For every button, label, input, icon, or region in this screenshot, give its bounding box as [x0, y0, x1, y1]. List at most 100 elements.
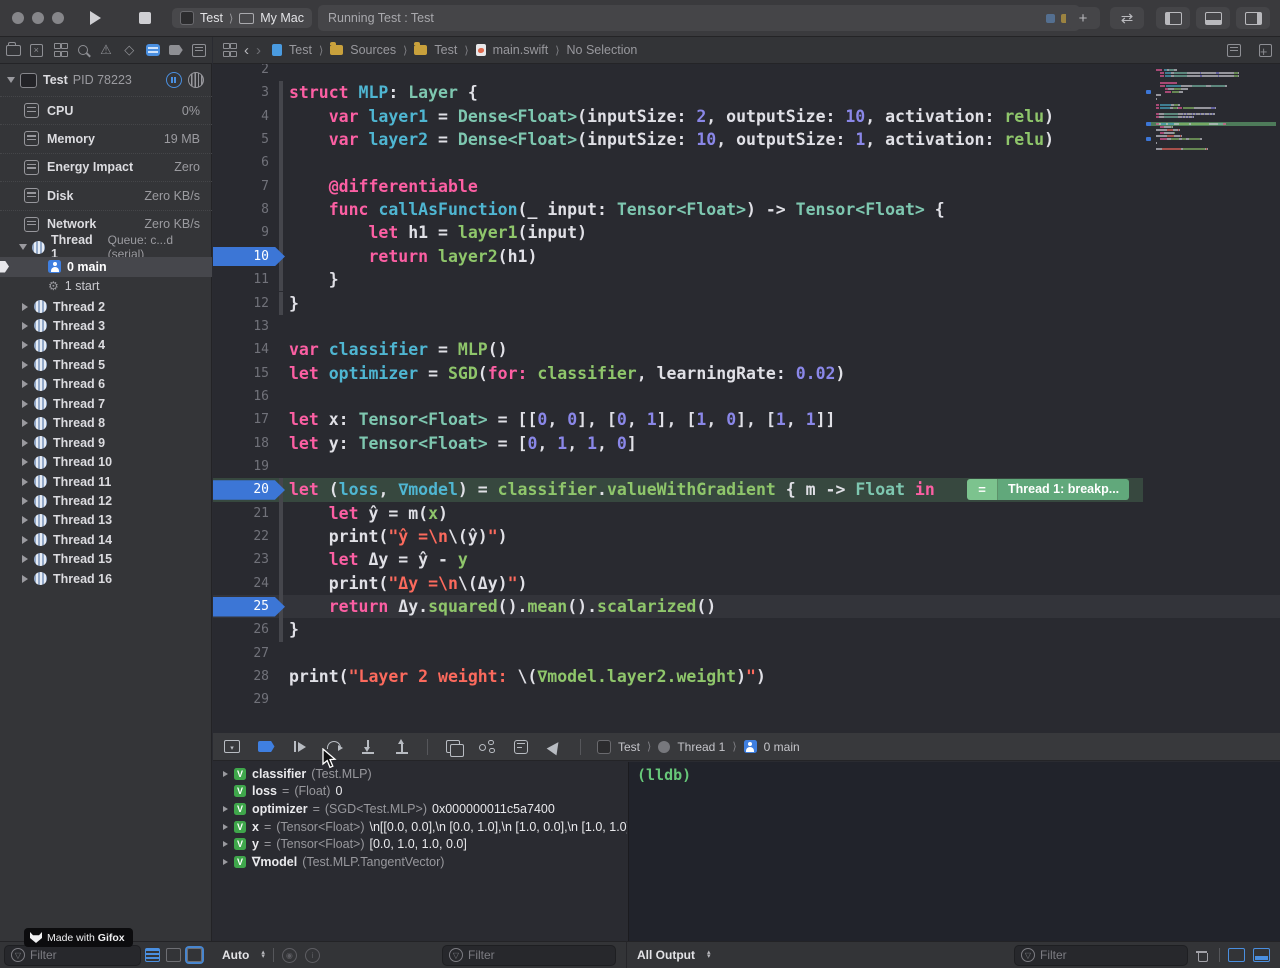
- show-variables-pane-icon[interactable]: [1228, 948, 1245, 962]
- thread-label[interactable]: Thread 3: [53, 319, 105, 333]
- line-number[interactable]: 27: [213, 642, 269, 665]
- thread-label[interactable]: Thread 4: [53, 338, 105, 352]
- project-navigator-tab[interactable]: [5, 42, 21, 58]
- disclosure-triangle-icon[interactable]: [7, 77, 15, 83]
- line-number[interactable]: 25: [213, 595, 269, 618]
- disclosure-triangle-icon[interactable]: [22, 516, 28, 524]
- code-line-29[interactable]: 29: [213, 688, 1280, 711]
- code-line-10[interactable]: 10 return layer2(h1): [213, 245, 1280, 268]
- minimize-window-button[interactable]: [32, 12, 44, 24]
- line-number[interactable]: 26: [213, 618, 269, 641]
- thread-label[interactable]: Thread 13: [53, 513, 112, 527]
- stop-button[interactable]: [130, 7, 160, 29]
- code-line-25[interactable]: 25 return Δy.squared().mean().scalarized…: [213, 595, 1280, 618]
- disclosure-triangle-icon[interactable]: [22, 555, 28, 563]
- code-line-5[interactable]: 5 var layer2 = Dense<Float>(inputSize: 1…: [213, 128, 1280, 151]
- navigator-filter-field[interactable]: ▽ Filter: [4, 945, 141, 966]
- view-hierarchy-button[interactable]: [444, 739, 462, 755]
- view-mode-icon[interactable]: [188, 72, 204, 88]
- code-line-6[interactable]: 6: [213, 151, 1280, 174]
- debug-navigator-tab[interactable]: [145, 42, 161, 58]
- disclosure-triangle-icon[interactable]: [223, 824, 228, 830]
- line-number[interactable]: 4: [213, 105, 269, 128]
- toggle-debug-area-button[interactable]: [1196, 7, 1230, 29]
- line-number[interactable]: 29: [213, 688, 269, 711]
- line-number[interactable]: 12: [213, 292, 269, 315]
- close-window-button[interactable]: [12, 12, 24, 24]
- filter-running-toggle-icon[interactable]: [145, 948, 160, 962]
- code-line-27[interactable]: 27: [213, 642, 1280, 665]
- thread-label[interactable]: Thread 11: [53, 475, 111, 489]
- thread-label[interactable]: Thread 6: [53, 377, 105, 391]
- console-view[interactable]: (lldb): [628, 762, 1280, 941]
- breakpoints-toggle-button[interactable]: [257, 739, 275, 755]
- output-selector[interactable]: All Output: [637, 948, 695, 962]
- line-number[interactable]: 15: [213, 362, 269, 385]
- disclosure-triangle-icon[interactable]: [223, 771, 228, 777]
- disclosure-triangle-icon[interactable]: [19, 244, 27, 250]
- variable-row-1[interactable]: Vclassifier(Test.MLP): [213, 765, 627, 783]
- line-number[interactable]: 18: [213, 432, 269, 455]
- thread-label[interactable]: Thread 9: [53, 436, 105, 450]
- scheme-selector[interactable]: Test ⟩ My Mac: [172, 8, 312, 28]
- line-number[interactable]: 6: [213, 151, 269, 174]
- variables-filter-field[interactable]: ▽ Filter: [442, 945, 616, 966]
- issue-navigator-tab[interactable]: ⚠: [98, 42, 114, 58]
- disclosure-triangle-icon[interactable]: [22, 303, 28, 311]
- code-line-14[interactable]: 14var classifier = MLP(): [213, 338, 1280, 361]
- disclosure-triangle-icon[interactable]: [22, 478, 28, 486]
- console-filter-field[interactable]: ▽ Filter: [1014, 945, 1188, 966]
- variable-row-4[interactable]: Vx=(Tensor<Float>)\n[[0.0, 0.0],\n [0.0,…: [213, 818, 627, 836]
- disclosure-triangle-icon[interactable]: [22, 458, 28, 466]
- code-line-18[interactable]: 18let y: Tensor<Float> = [0, 1, 1, 0]: [213, 432, 1280, 455]
- test-navigator-tab[interactable]: ◇: [121, 42, 137, 58]
- library-button[interactable]: +: [1066, 7, 1100, 29]
- line-number[interactable]: 20: [213, 478, 269, 501]
- debug-location-thread[interactable]: Thread 1: [677, 740, 725, 754]
- code-line-15[interactable]: 15let optimizer = SGD(for: classifier, l…: [213, 362, 1280, 385]
- thread-row[interactable]: Thread 3: [0, 316, 212, 336]
- jumpbar-item[interactable]: No Selection: [567, 43, 638, 57]
- stack-frame-row[interactable]: ⚙1 start: [0, 276, 212, 296]
- pause-process-icon[interactable]: [166, 72, 182, 88]
- stepper-icon[interactable]: ▴▾: [261, 951, 265, 960]
- line-number[interactable]: 23: [213, 548, 269, 571]
- report-navigator-tab[interactable]: [191, 42, 207, 58]
- back-button[interactable]: ‹: [244, 42, 249, 59]
- thread-label[interactable]: Thread 8: [53, 416, 105, 430]
- zoom-window-button[interactable]: [52, 12, 64, 24]
- filter-crashed-toggle-icon[interactable]: [166, 948, 181, 962]
- code-line-24[interactable]: 24 print("Δy =\n\(Δy)"): [213, 572, 1280, 595]
- thread-label[interactable]: Thread 16: [53, 572, 112, 586]
- line-number[interactable]: 19: [213, 455, 269, 478]
- disclosure-triangle-icon[interactable]: [22, 322, 28, 330]
- code-line-13[interactable]: 13: [213, 315, 1280, 338]
- thread-row[interactable]: Thread 7: [0, 394, 212, 414]
- code-line-3[interactable]: 3struct MLP: Layer {: [213, 81, 1280, 104]
- add-editor-icon[interactable]: +: [1259, 44, 1272, 57]
- symbol-navigator-tab[interactable]: [52, 42, 68, 58]
- line-number[interactable]: 28: [213, 665, 269, 688]
- forward-button[interactable]: ›: [256, 42, 261, 59]
- code-line-26[interactable]: 26}: [213, 618, 1280, 641]
- disclosure-triangle-icon[interactable]: [22, 536, 28, 544]
- thread-label[interactable]: Thread 10: [53, 455, 112, 469]
- code-line-17[interactable]: 17let x: Tensor<Float> = [[0, 0], [0, 1]…: [213, 408, 1280, 431]
- thread-row[interactable]: Thread 13: [0, 510, 212, 530]
- thread-row[interactable]: Thread 8: [0, 413, 212, 433]
- environment-overrides-button[interactable]: [512, 739, 530, 755]
- line-number[interactable]: 2: [213, 64, 269, 81]
- line-number[interactable]: 17: [213, 408, 269, 431]
- thread-row[interactable]: Thread 5: [0, 355, 212, 375]
- source-editor[interactable]: 23struct MLP: Layer {4 var layer1 = Dens…: [213, 64, 1280, 733]
- thread-row[interactable]: Thread 15: [0, 549, 212, 569]
- line-number[interactable]: 13: [213, 315, 269, 338]
- step-into-button[interactable]: [359, 739, 377, 755]
- line-number[interactable]: 8: [213, 198, 269, 221]
- thread-row[interactable]: Thread 10: [0, 452, 212, 472]
- memory-graph-button[interactable]: [478, 739, 496, 755]
- jumpbar-item[interactable]: Test: [289, 43, 312, 57]
- code-review-button[interactable]: ⇄: [1110, 7, 1144, 29]
- disclosure-triangle-icon[interactable]: [22, 575, 28, 583]
- info-icon[interactable]: i: [305, 948, 320, 963]
